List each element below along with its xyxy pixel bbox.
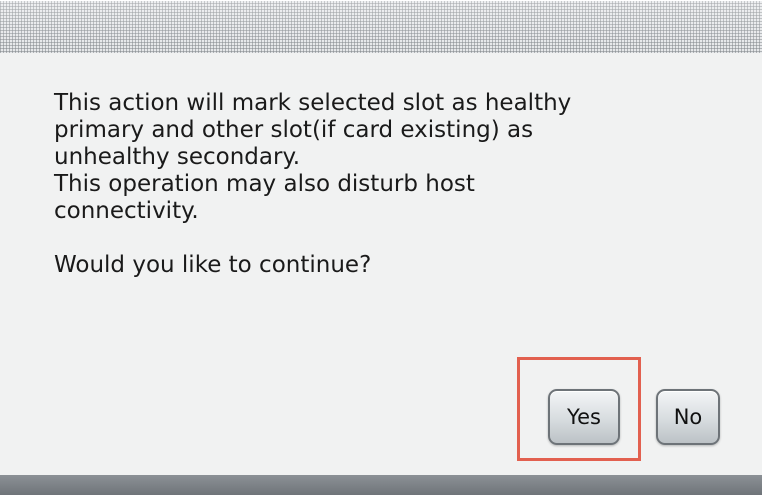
no-button[interactable]: No	[656, 389, 720, 445]
confirmation-question: Would you like to continue?	[54, 252, 372, 278]
dialog-bottom-bar	[0, 475, 762, 495]
message-line: primary and other slot(if card existing)…	[54, 117, 534, 143]
dialog-title-bar[interactable]	[0, 0, 762, 53]
confirmation-dialog: This action will mark selected slot as h…	[0, 0, 762, 495]
message-line: This operation may also disturb host	[54, 171, 475, 197]
dialog-message: This action will mark selected slot as h…	[54, 90, 744, 279]
message-spacer	[54, 225, 744, 252]
message-line: This action will mark selected slot as h…	[54, 90, 572, 116]
message-line: connectivity.	[54, 198, 199, 224]
message-line: unhealthy secondary.	[54, 144, 301, 170]
yes-button[interactable]: Yes	[548, 389, 620, 445]
